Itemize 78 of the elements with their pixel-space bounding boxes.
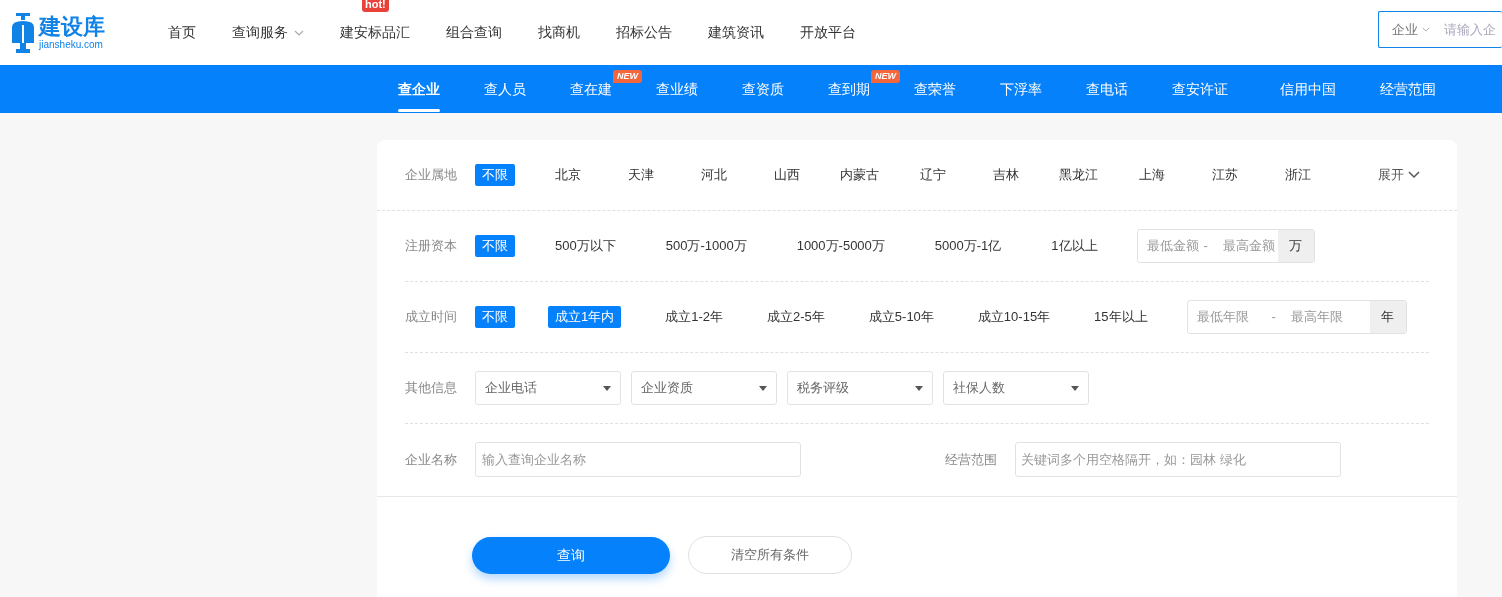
tab[interactable]: 经营范围 [1380,79,1436,99]
caret-icon [1422,27,1430,32]
filter-option[interactable]: 成立1年内 [548,306,622,328]
nav-link[interactable]: 查询服务 [232,22,304,43]
filter-option[interactable]: 内蒙古 [840,164,879,186]
filter-label: 企业名称 [405,450,458,469]
filter-option[interactable]: 北京 [554,164,581,186]
filter-label: 注册资本 [405,237,458,256]
unit-label: 万 [1277,230,1314,262]
tab[interactable]: 查到期 [828,79,870,99]
search-button[interactable]: 查询 [472,536,670,574]
nav-link[interactable]: 建安标品汇 [340,22,410,43]
filter-option[interactable]: 浙江 [1284,164,1311,186]
logo-text[interactable]: 建设库 [39,15,105,38]
tab[interactable]: 查安许证 [1172,79,1228,99]
filter-option[interactable]: 5000万-1亿 [934,235,1002,257]
nav-link[interactable]: 首页 [168,22,196,43]
filter-option[interactable]: 天津 [627,164,654,186]
nav-link[interactable]: 招标公告 [616,22,672,43]
filter-option[interactable]: 辽宁 [919,164,946,186]
nav-link[interactable]: 组合查询 [446,22,502,43]
filter-option[interactable]: 成立1-2年 [665,306,724,328]
filter-label: 企业属地 [405,166,458,185]
filter-option[interactable]: 成立5-10年 [868,306,934,328]
dropdown-select[interactable]: 税务评级 [787,371,933,405]
range-dash: - [1270,308,1277,327]
dropdown-select[interactable]: 社保人数 [943,371,1089,405]
dropdown-triangle-icon [603,385,611,391]
filter-option[interactable]: 15年以上 [1094,306,1148,328]
tab[interactable]: 查资质 [742,79,784,99]
filter-option[interactable]: 500万以下 [555,235,616,257]
tab[interactable]: 查业绩 [656,79,698,99]
filter-option[interactable]: 1000万-5000万 [796,235,885,257]
new-badge: NEW [871,70,900,83]
filter-option[interactable]: 吉林 [992,164,1019,186]
filter-option[interactable]: 不限 [475,164,515,186]
dropdown-triangle-icon [915,385,923,391]
filter-option[interactable]: 成立2-5年 [767,306,825,328]
chevron-down-icon [1408,171,1420,179]
tab[interactable]: 查电话 [1086,79,1128,99]
filter-label: 成立时间 [405,308,458,327]
filter-option[interactable]: 成立10-15年 [977,306,1051,328]
filter-option[interactable]: 1亿以上 [1051,235,1098,257]
dropdown-select[interactable]: 企业电话 [475,371,621,405]
filter-option[interactable]: 河北 [700,164,727,186]
filter-option[interactable]: 山西 [773,164,800,186]
tab[interactable]: 查荣誉 [914,79,956,99]
tab[interactable]: 查企业 [398,79,440,99]
dropdown-triangle-icon [1071,385,1079,391]
tab[interactable]: 信用中国 [1280,79,1336,99]
search-type-select[interactable]: 企业 [1392,19,1430,40]
nav-link[interactable]: 开放平台 [800,22,856,43]
filter-option[interactable]: 不限 [475,235,515,257]
tab[interactable]: 查人员 [484,79,526,99]
filter-option[interactable]: 上海 [1138,164,1165,186]
hot-badge: hot! [362,0,389,12]
range-dash: - [1202,237,1209,256]
expand-link[interactable]: 展开 [1378,165,1420,185]
tab[interactable]: 查在建 [570,79,612,99]
filter-option[interactable]: 不限 [475,306,515,328]
tab[interactable]: 下浮率 [1000,79,1042,99]
clear-button[interactable]: 清空所有条件 [688,536,852,574]
filter-label: 经营范围 [945,450,998,469]
unit-label: 年 [1369,301,1406,333]
filter-option[interactable]: 500万-1000万 [665,235,747,257]
filter-option[interactable]: 江苏 [1211,164,1238,186]
filter-label: 其他信息 [405,379,458,398]
nav-link[interactable]: 找商机 [538,22,580,43]
filter-option[interactable]: 黑龙江 [1059,164,1098,186]
new-badge: NEW [613,70,642,83]
logo-domain: jiansheku.com [39,39,104,50]
search-placeholder: 请输入企 [1444,20,1496,39]
nav-link[interactable]: 建筑资讯 [708,22,764,43]
logo-icon [12,12,34,53]
dropdown-triangle-icon [759,385,767,391]
dropdown-select[interactable]: 企业资质 [631,371,777,405]
caret-icon [294,29,304,36]
search-field[interactable]: 企业 请输入企 [1378,11,1502,48]
